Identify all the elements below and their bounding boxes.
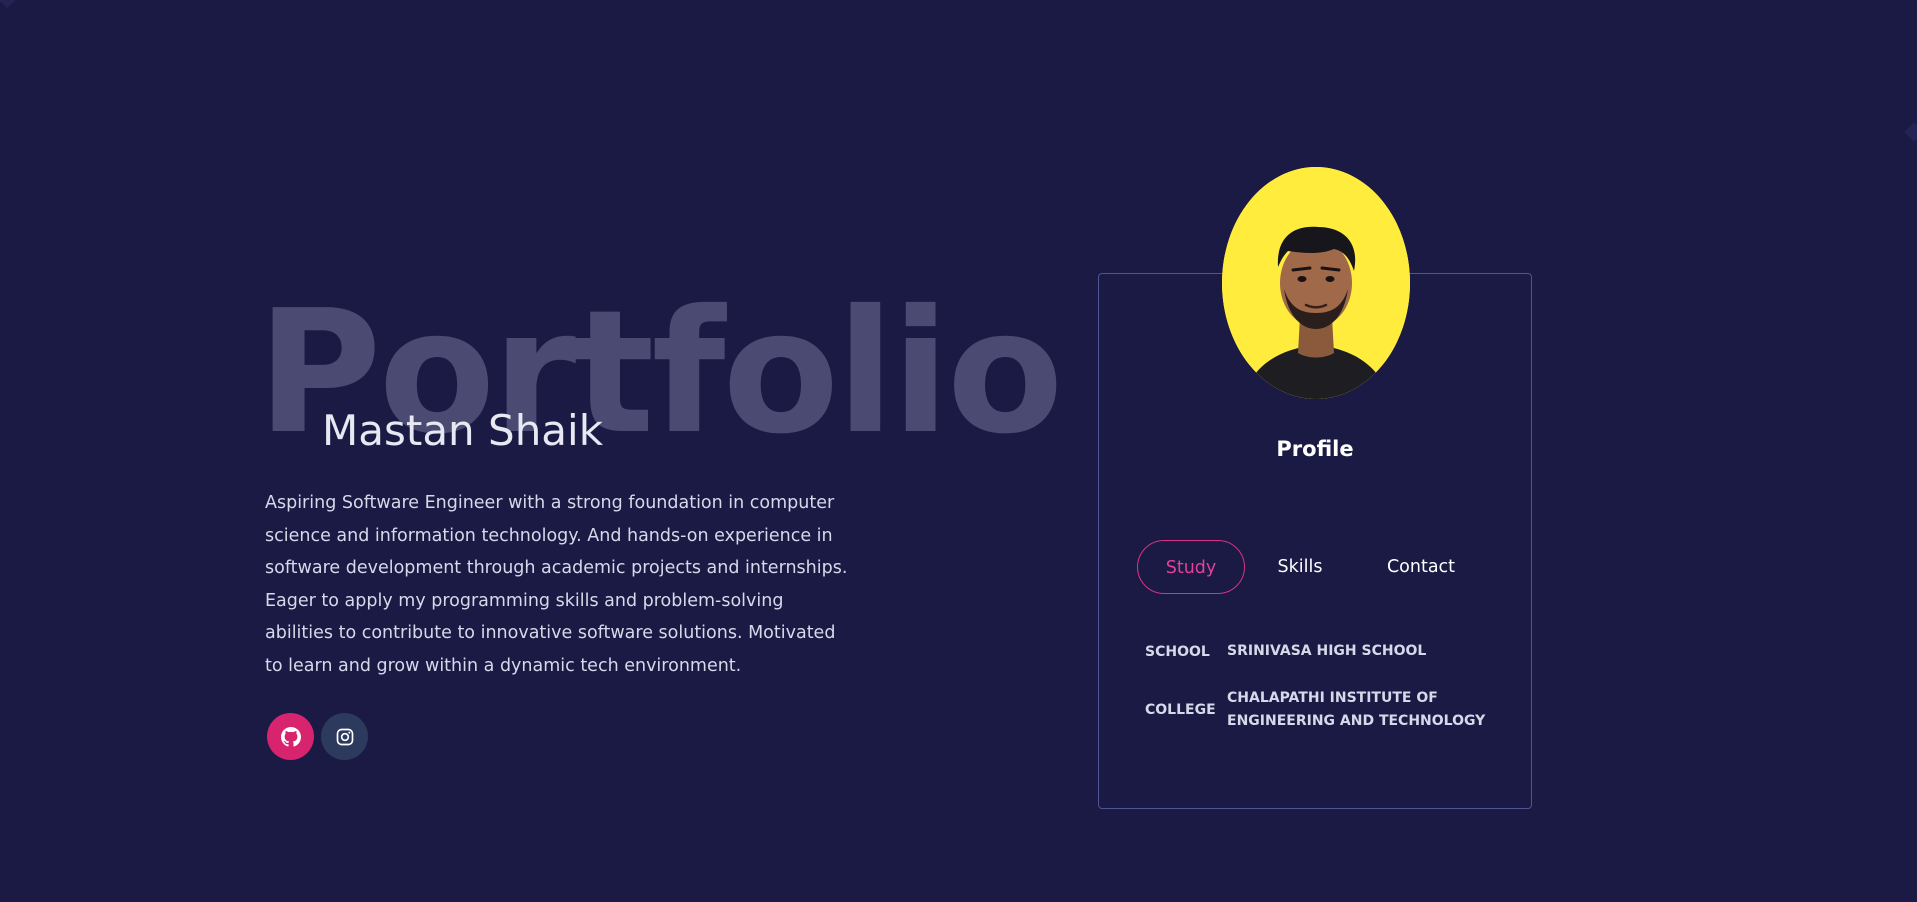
corner-decoration-right — [1904, 122, 1917, 142]
study-row-school: SCHOOL SRINIVASA HIGH SCHOOL — [1145, 640, 1505, 663]
profile-card-title: Profile — [1276, 437, 1354, 461]
profile-tabs: Study Skills Contact — [1137, 540, 1487, 594]
tab-contact[interactable]: Contact — [1355, 540, 1487, 594]
hero-bio: Aspiring Software Engineer with a strong… — [265, 493, 848, 676]
study-value: SRINIVASA HIGH SCHOOL — [1227, 643, 1427, 659]
tab-skills[interactable]: Skills — [1245, 540, 1355, 594]
avatar — [1222, 167, 1410, 399]
portfolio-page: Portfolio Mastan Shaik Aspiring Software… — [0, 0, 1917, 902]
study-row-college: COLLEGE CHALAPATHI INSTITUTE OF ENGINEER… — [1145, 687, 1505, 733]
study-table: SCHOOL SRINIVASA HIGH SCHOOL COLLEGE CHA… — [1145, 640, 1505, 757]
github-button[interactable] — [267, 713, 314, 760]
study-key: COLLEGE — [1145, 702, 1216, 718]
study-value: CHALAPATHI INSTITUTE OF ENGINEERING AND … — [1227, 690, 1486, 729]
social-links — [267, 713, 368, 760]
avatar-portrait — [1222, 167, 1410, 399]
tab-study[interactable]: Study — [1137, 540, 1245, 594]
github-icon — [280, 726, 301, 747]
corner-decoration — [0, 0, 17, 9]
hero-name: Mastan Shaik — [322, 406, 604, 455]
study-key: SCHOOL — [1145, 643, 1210, 660]
instagram-icon — [336, 728, 353, 745]
instagram-button[interactable] — [321, 713, 368, 760]
